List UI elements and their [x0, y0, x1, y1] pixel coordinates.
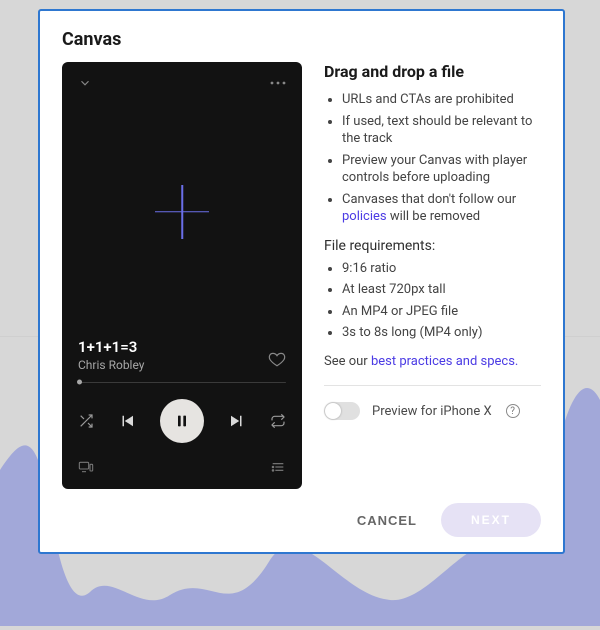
iphone-x-preview-toggle[interactable] [324, 402, 360, 420]
list-item: An MP4 or JPEG file [342, 303, 541, 321]
drop-zone[interactable] [78, 90, 286, 334]
list-item: Preview your Canvas with player controls… [342, 152, 541, 187]
queue-icon[interactable] [270, 459, 286, 479]
shuffle-icon[interactable] [78, 413, 94, 429]
file-requirements-list: 9:16 ratio At least 720px tall An MP4 or… [324, 260, 541, 342]
instructions-panel: Drag and drop a file URLs and CTAs are p… [324, 62, 541, 489]
file-requirements-heading: File requirements: [324, 238, 541, 254]
list-item: 3s to 8s long (MP4 only) [342, 324, 541, 342]
policies-link[interactable]: policies [342, 209, 387, 224]
list-item: At least 720px tall [342, 281, 541, 299]
heart-icon[interactable] [268, 350, 286, 372]
add-icon [155, 185, 209, 239]
previous-icon[interactable] [118, 412, 136, 430]
track-artist: Chris Robley [78, 358, 144, 372]
toggle-label: Preview for iPhone X [372, 404, 492, 419]
pause-button[interactable] [160, 399, 204, 443]
more-icon[interactable] [270, 81, 286, 85]
list-item: 9:16 ratio [342, 260, 541, 278]
best-practices-line: See our best practices and specs. [324, 354, 541, 386]
help-icon[interactable]: ? [506, 404, 520, 418]
list-item: URLs and CTAs are prohibited [342, 91, 541, 109]
canvas-phone-preview: 1+1+1=3 Chris Robley [62, 62, 302, 489]
best-practices-link[interactable]: best practices and specs. [371, 354, 518, 369]
chevron-down-icon[interactable] [78, 76, 92, 90]
modal-title: Canvas [62, 29, 541, 50]
progress-bar[interactable] [78, 382, 286, 384]
list-item: If used, text should be relevant to the … [342, 113, 541, 148]
list-item: Canvases that don't follow our policies … [342, 191, 541, 226]
rules-list: URLs and CTAs are prohibited If used, te… [324, 91, 541, 226]
next-button[interactable]: NEXT [441, 503, 541, 537]
next-icon[interactable] [228, 412, 246, 430]
instructions-heading: Drag and drop a file [324, 62, 541, 81]
track-title: 1+1+1=3 [78, 338, 144, 356]
devices-icon[interactable] [78, 459, 94, 479]
cancel-button[interactable]: CANCEL [357, 513, 417, 528]
canvas-upload-modal: Canvas 1+1+1=3 Chris Robley [38, 9, 565, 554]
repeat-icon[interactable] [270, 413, 286, 429]
